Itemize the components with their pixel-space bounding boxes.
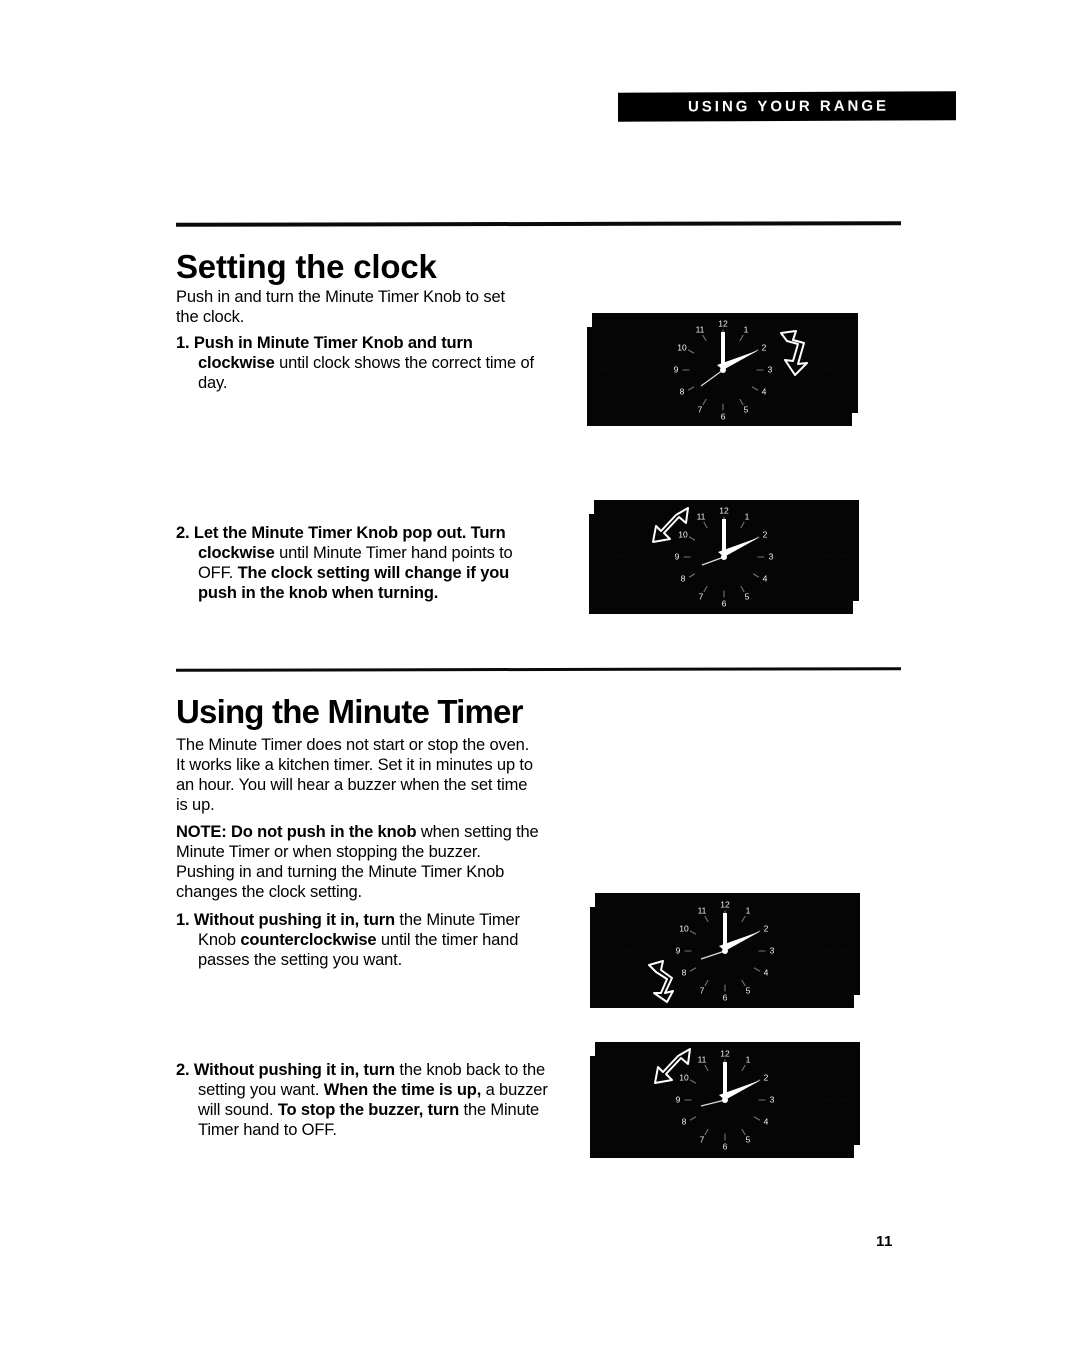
panel-edge-artifact — [854, 1145, 860, 1158]
panel-faint-text-left: ··· ·· ·· ··· — [601, 365, 637, 373]
svg-text:7: 7 — [697, 404, 702, 414]
svg-text:12: 12 — [720, 1048, 730, 1058]
svg-text:8: 8 — [681, 573, 686, 583]
svg-text:4: 4 — [764, 967, 769, 977]
illustration-clock-timer-step-2: ···· ··· ··· ·· ······ ···· 12 1 2 3 4 5… — [590, 1042, 860, 1158]
svg-text:4: 4 — [763, 573, 768, 583]
svg-text:8: 8 — [682, 1116, 687, 1126]
step-text: Let the Minute Timer Knob pop out. Turn … — [193, 523, 513, 602]
svg-text:4: 4 — [761, 386, 766, 396]
illustration-clock-timer-step-1: ····· ···· ··· ·· ····· ···· 12 1 2 3 4 … — [590, 893, 860, 1008]
svg-text:1: 1 — [746, 1054, 751, 1064]
step-number: 2. — [176, 523, 190, 542]
svg-text:2: 2 — [764, 923, 769, 933]
rotation-arrow-clockwise-icon — [650, 506, 692, 550]
svg-text:6: 6 — [722, 598, 727, 608]
svg-text:11: 11 — [697, 511, 706, 521]
rotation-arrow-clockwise-icon — [652, 1047, 694, 1091]
running-head-label: USING YOUR RANGE — [687, 97, 890, 116]
svg-text:5: 5 — [745, 591, 750, 601]
step-setting-clock-2: 2. Let the Minute Timer Knob pop out. Tu… — [176, 523, 550, 603]
svg-text:11: 11 — [698, 905, 707, 915]
step-minute-timer-2: 2. Without pushing it in, turn the knob … — [176, 1060, 550, 1140]
svg-text:2: 2 — [764, 1072, 769, 1082]
svg-text:9: 9 — [673, 364, 678, 374]
note-minute-timer: NOTE: Do not push in the knob when setti… — [176, 822, 539, 901]
svg-text:3: 3 — [769, 551, 774, 561]
svg-text:5: 5 — [746, 985, 751, 995]
section-rule-using-the-minute-timer — [176, 667, 901, 672]
svg-text:10: 10 — [677, 342, 687, 352]
svg-text:6: 6 — [723, 992, 728, 1002]
section-rule-setting-the-clock — [176, 221, 901, 227]
panel-edge-artifact — [854, 995, 860, 1008]
panel-faint-text-left: ···· ··· ·· — [603, 553, 634, 560]
section-intro-using-the-minute-timer: The Minute Timer does not start or stop … — [176, 735, 533, 814]
panel-edge-artifact — [852, 413, 858, 426]
panel-edge-artifact — [590, 893, 595, 907]
section-heading-setting-the-clock: Setting the clock — [176, 248, 437, 286]
panel-faint-text-left: ···· ··· ··· — [604, 1096, 638, 1103]
svg-text:1: 1 — [745, 511, 750, 521]
svg-text:1: 1 — [743, 324, 748, 334]
panel-edge-artifact — [590, 1042, 595, 1056]
svg-text:12: 12 — [720, 899, 730, 909]
svg-text:3: 3 — [770, 1094, 775, 1104]
step-minute-timer-1: 1. Without pushing it in, turn the Minut… — [176, 910, 550, 970]
svg-text:12: 12 — [718, 318, 728, 328]
svg-text:3: 3 — [767, 364, 772, 374]
svg-text:6: 6 — [720, 411, 725, 421]
svg-text:5: 5 — [743, 404, 748, 414]
step-text: Without pushing it in, turn the Minute T… — [193, 910, 520, 969]
step-number: 1. — [176, 333, 190, 352]
panel-edge-artifact — [853, 601, 859, 614]
svg-text:9: 9 — [675, 551, 680, 561]
svg-text:6: 6 — [723, 1141, 728, 1151]
svg-text:11: 11 — [698, 1054, 707, 1064]
panel-edge-artifact — [589, 500, 594, 514]
svg-text:7: 7 — [699, 591, 704, 601]
svg-text:4: 4 — [764, 1116, 769, 1126]
svg-text:7: 7 — [700, 1134, 705, 1144]
manual-page: USING YOUR RANGE Setting the clock Push … — [0, 0, 1080, 1361]
step-setting-clock-1: 1. Push in Minute Timer Knob and turn cl… — [176, 333, 550, 393]
svg-text:5: 5 — [746, 1134, 751, 1144]
running-head-banner: USING YOUR RANGE — [618, 91, 956, 122]
svg-text:2: 2 — [763, 529, 768, 539]
rotation-arrow-clockwise-icon — [773, 330, 813, 376]
svg-text:12: 12 — [719, 505, 729, 515]
step-text: Push in Minute Timer Knob and turn clock… — [193, 333, 534, 392]
clock-dial: 12 1 2 345 678 9 10 11 — [673, 899, 777, 1003]
svg-text:2: 2 — [761, 342, 766, 352]
section-heading-using-the-minute-timer: Using the Minute Timer — [176, 693, 523, 731]
svg-text:7: 7 — [700, 985, 705, 995]
step-number: 1. — [176, 910, 190, 929]
svg-text:8: 8 — [682, 967, 687, 977]
rotation-arrow-counterclockwise-icon — [646, 959, 682, 1003]
panel-faint-text-right: ·· ······ ···· — [813, 1096, 852, 1103]
step-text: Without pushing it in, turn the knob bac… — [193, 1060, 548, 1139]
svg-text:11: 11 — [695, 324, 704, 334]
illustration-clock-step-1: ··· ·· ·· ··· ·· ····· ···· 12 1 2 3 4 5… — [587, 313, 858, 426]
section-intro-setting-the-clock: Push in and turn the Minute Timer Knob t… — [176, 287, 505, 326]
panel-faint-text-right: ·· ····· ···· — [814, 553, 851, 560]
panel-edge-artifact — [587, 313, 592, 327]
svg-text:8: 8 — [679, 386, 684, 396]
svg-text:9: 9 — [676, 945, 681, 955]
page-number: 11 — [876, 1233, 893, 1250]
svg-text:3: 3 — [770, 945, 775, 955]
clock-dial: 12 1 2 345 678 9 10 11 — [671, 318, 775, 422]
panel-faint-text-right: ·· ····· ···· — [813, 365, 850, 373]
panel-faint-text-right: ·· ····· ···· — [815, 946, 852, 954]
svg-text:1: 1 — [746, 905, 751, 915]
step-number: 2. — [176, 1060, 190, 1079]
svg-text:9: 9 — [676, 1094, 681, 1104]
panel-faint-text-left: ····· ···· ··· — [604, 946, 643, 954]
svg-text:10: 10 — [679, 923, 689, 933]
illustration-clock-step-2: ···· ··· ·· ·· ····· ···· 12 1 2 3 4 5 6… — [589, 500, 859, 614]
